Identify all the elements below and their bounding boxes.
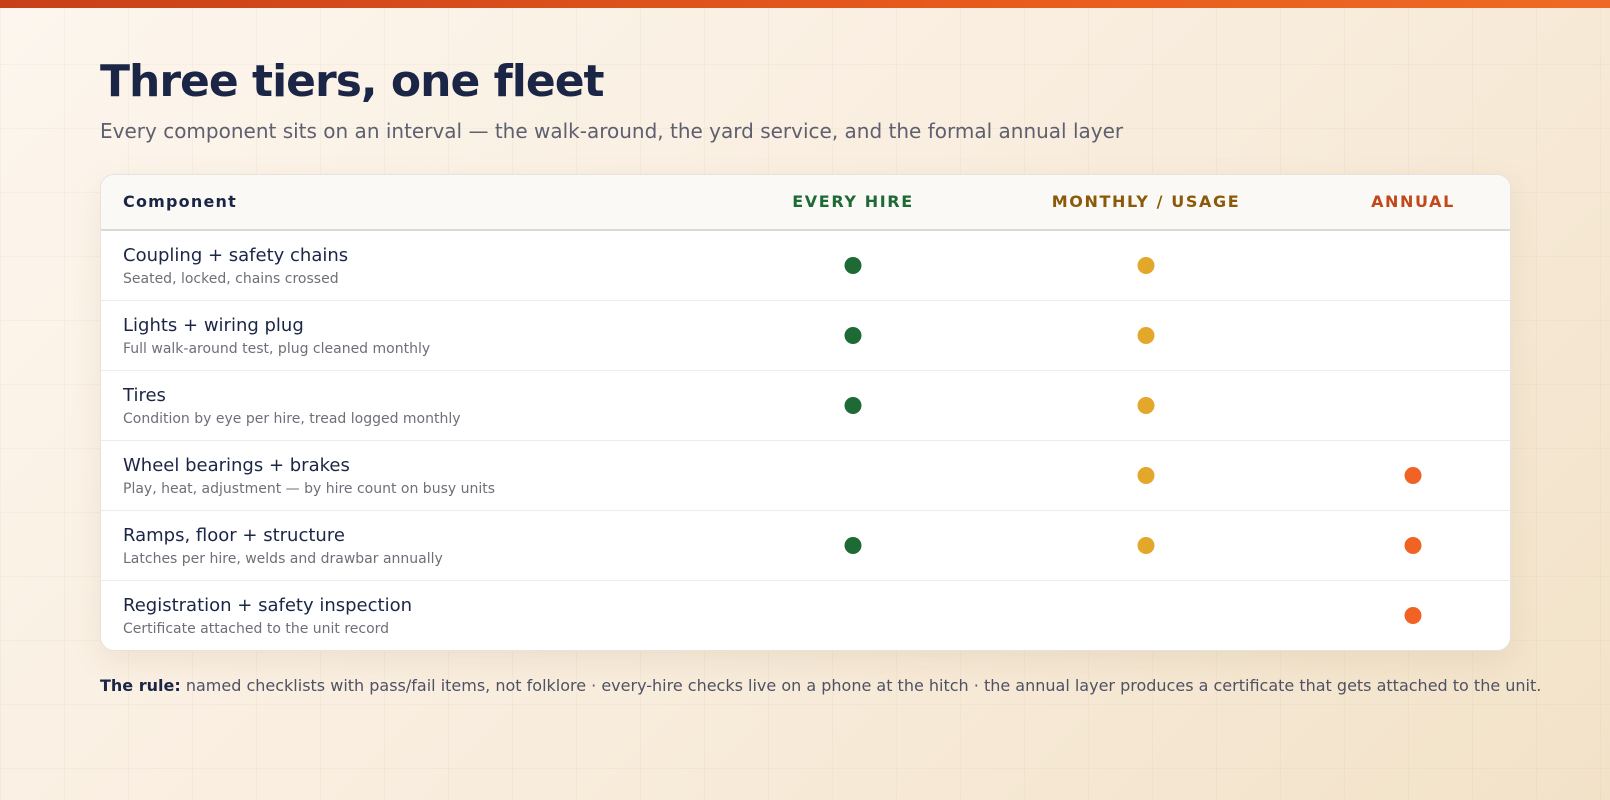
schedule-table: Component EVERY HIRE MONTHLY / USAGE ANN…	[100, 174, 1511, 651]
monthly-dot	[1137, 257, 1155, 274]
every-hire-dot	[844, 397, 862, 414]
monthly-dot	[1137, 537, 1155, 554]
monthly-dot	[1137, 327, 1155, 344]
top-accent-bar	[0, 0, 1610, 8]
footer-rule-label: The rule:	[100, 676, 181, 695]
footer-rule-text: named checklists with pass/fail items, n…	[185, 676, 1542, 695]
table-row: Lights + wiring plug Full walk-around tes…	[101, 301, 1510, 371]
page-subtitle: Every component sits on an interval — th…	[100, 119, 1124, 143]
table-row: Registration + safety inspection Certific…	[101, 581, 1510, 650]
table-row: Wheel bearings + brakes Play, heat, adjus…	[101, 441, 1510, 511]
table-row: Ramps, floor + structure Latches per hire…	[101, 511, 1510, 581]
monthly-dot	[1137, 467, 1155, 484]
table-body: Coupling + safety chains Seated, locked, …	[101, 231, 1510, 650]
table-header: Component EVERY HIRE MONTHLY / USAGE ANN…	[101, 175, 1510, 231]
header-every-hire: EVERY HIRE	[792, 192, 914, 211]
component-name: Registration + safety inspection	[123, 595, 412, 616]
every-hire-dot	[844, 257, 862, 274]
table-row: Tires Condition by eye per hire, tread lo…	[101, 371, 1510, 441]
component-name: Tires	[123, 385, 166, 406]
footer-rule: The rule: named checklists with pass/fai…	[100, 675, 1541, 697]
annual-dot	[1404, 537, 1422, 554]
component-description: Certificate attached to the unit record	[123, 621, 390, 637]
component-description: Full walk-around test, plug cleaned mont…	[123, 341, 431, 357]
header-component: Component	[123, 192, 237, 211]
annual-dot	[1404, 467, 1422, 484]
header-monthly-usage: MONTHLY / USAGE	[1051, 192, 1241, 211]
component-description: Play, heat, adjustment — by hire count o…	[123, 481, 496, 497]
table-row: Coupling + safety chains Seated, locked, …	[101, 231, 1510, 301]
every-hire-dot	[844, 327, 862, 344]
annual-dot	[1404, 607, 1422, 624]
component-name: Ramps, floor + structure	[123, 525, 345, 546]
component-name: Wheel bearings + brakes	[123, 455, 350, 476]
header-annual: ANNUAL	[1371, 192, 1455, 211]
every-hire-dot	[844, 537, 862, 554]
page-title: Three tiers, one fleet	[100, 56, 605, 107]
component-name: Lights + wiring plug	[123, 315, 304, 336]
component-description: Seated, locked, chains crossed	[123, 271, 339, 287]
monthly-dot	[1137, 397, 1155, 414]
component-description: Latches per hire, welds and drawbar annu…	[123, 551, 443, 567]
component-name: Coupling + safety chains	[123, 245, 349, 266]
component-description: Condition by eye per hire, tread logged …	[123, 411, 461, 427]
